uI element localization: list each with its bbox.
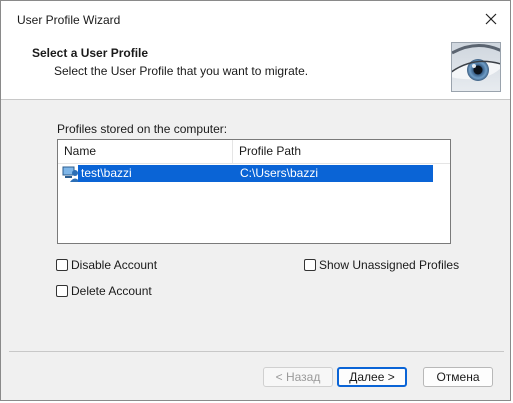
disable-account-checkbox[interactable]: Disable Account — [56, 258, 157, 272]
back-button[interactable]: < Назад — [263, 367, 333, 387]
eye-icon — [451, 42, 501, 92]
page-title: Select a User Profile — [32, 46, 149, 60]
show-unassigned-checkbox[interactable]: Show Unassigned Profiles — [304, 258, 459, 272]
delete-account-checkbox[interactable]: Delete Account — [56, 284, 152, 298]
row-name: test\bazzi — [81, 166, 132, 180]
show-unassigned-label: Show Unassigned Profiles — [319, 258, 460, 272]
table-row[interactable]: test\bazzi C:\Users\bazzi — [58, 165, 433, 182]
footer-divider — [9, 351, 504, 352]
title-bar: User Profile Wizard — [1, 1, 510, 37]
page-subtitle: Select the User Profile that you want to… — [54, 64, 309, 78]
cancel-button[interactable]: Отмена — [423, 367, 493, 387]
column-header-name[interactable]: Name — [58, 140, 233, 163]
checkbox-box[interactable] — [304, 259, 316, 271]
disable-account-label: Disable Account — [71, 258, 158, 272]
next-button[interactable]: Далее > — [337, 367, 407, 387]
wizard-header: Select a User Profile Select the User Pr… — [1, 37, 510, 100]
row-path: C:\Users\bazzi — [240, 166, 319, 180]
close-button[interactable] — [478, 7, 504, 31]
window-title: User Profile Wizard — [17, 13, 121, 27]
checkbox-box[interactable] — [56, 259, 68, 271]
profiles-label: Profiles stored on the computer: — [57, 122, 228, 136]
profiles-list[interactable]: Name Profile Path test\bazzi C:\Users\ba… — [57, 139, 451, 244]
checkbox-box[interactable] — [56, 285, 68, 297]
close-icon — [485, 13, 497, 25]
wizard-window: User Profile Wizard Select a User Profil… — [0, 0, 511, 401]
delete-account-label: Delete Account — [71, 284, 152, 298]
column-header-path[interactable]: Profile Path — [233, 140, 433, 163]
list-header: Name Profile Path — [58, 140, 450, 164]
